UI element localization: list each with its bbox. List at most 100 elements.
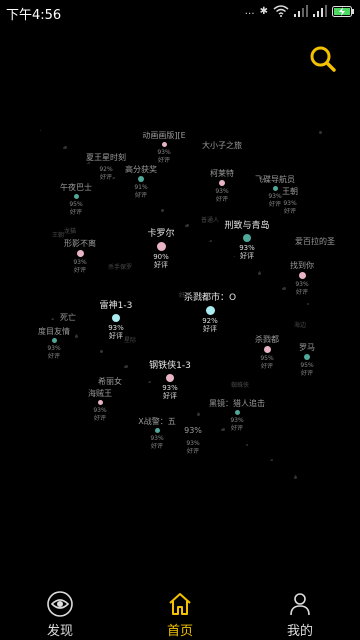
rating-percent-sub: 好评 (240, 252, 254, 260)
signal-icon (313, 5, 327, 17)
movie-title: 动画画版][E (142, 131, 186, 140)
movie-title: 雷神1-3 (99, 301, 133, 311)
star-dot (271, 459, 273, 461)
status-time: 下午4:56 (6, 8, 62, 23)
rating-percent-sub: 好评 (154, 261, 168, 269)
rating-percent-value: 91% (134, 184, 148, 191)
rating-percent-value: 93% (93, 407, 107, 414)
rating-dot[interactable] (138, 176, 144, 182)
movie-title: 杀戮都市：O (183, 293, 237, 303)
rating-percent-value: 95% (300, 362, 314, 369)
rating-percent-value: 95% (69, 201, 83, 208)
movie-title: 高分获奖 (125, 165, 157, 174)
rating-dot[interactable] (272, 186, 278, 191)
rating-percent: 93% 好评 (239, 244, 255, 260)
star-dot (100, 350, 103, 353)
search-icon (310, 46, 336, 72)
rating-dot[interactable] (51, 338, 57, 343)
star-dot (113, 177, 115, 179)
movie-galaxy[interactable]: 动画画版][E 93% 好评 大小子之旅 夏王星时刻 92% 好评 高分获奖 91% 好评 柯莱特 9… (0, 90, 360, 580)
rating-dot[interactable] (76, 250, 84, 257)
movie-title: 夏王星时刻 (86, 153, 126, 162)
rating-dot[interactable] (243, 234, 251, 242)
faint-label: 好评 (178, 292, 192, 299)
movie-title: 93% (184, 426, 202, 435)
rating-percent-sub: 好评 (47, 353, 60, 360)
star-dot (209, 241, 210, 242)
faint-label: 王朝 (51, 232, 65, 239)
rating-percent-sub: 好评 (99, 174, 112, 181)
rating-percent-sub: 好评 (109, 332, 123, 340)
status-icons: … ✱ (245, 5, 354, 17)
rating-dot[interactable] (73, 194, 79, 199)
movie-title: 王朝 (282, 187, 298, 196)
nav-home[interactable]: 首页 (120, 582, 240, 640)
movie-title: 卡罗尔 (147, 229, 175, 239)
home-icon (169, 593, 191, 615)
faint-label: 龙猫 (63, 228, 77, 235)
star-dot (294, 476, 297, 479)
movie-title: 爱百拉的圣 (295, 237, 335, 246)
battery-charging-icon (332, 5, 354, 17)
star-dot (63, 147, 65, 149)
search-button[interactable] (308, 44, 338, 74)
faint-label: 星际 (123, 337, 137, 344)
rating-percent-value: 93% (157, 149, 171, 156)
star-dot (136, 194, 139, 197)
star-dot (52, 318, 54, 320)
movie-title: 找到你 (290, 261, 314, 270)
movie-title: 杀戮都 (255, 335, 279, 344)
rating-percent-sub: 好评 (268, 201, 281, 208)
rating-percent-value: 93% (162, 384, 178, 392)
star-dot (40, 130, 41, 131)
rating-percent-value: 95% (260, 355, 274, 362)
faint-label: 普通人 (200, 217, 220, 224)
nav-mine-label: 我的 (286, 624, 313, 639)
nav-mine[interactable]: 我的 (240, 582, 360, 640)
star-dot (282, 288, 284, 290)
person-icon (290, 593, 310, 616)
rating-percent-value: 92% (202, 317, 218, 325)
rating-dot[interactable] (263, 346, 271, 353)
rating-percent: 91% 好评 (134, 184, 147, 200)
rating-dot[interactable] (161, 142, 167, 147)
rating-dot[interactable] (298, 272, 306, 279)
rating-dot[interactable] (205, 306, 215, 315)
rating-percent: 93% 好评 (162, 384, 178, 400)
rating-percent-sub: 好评 (283, 208, 296, 215)
star-dot (51, 319, 52, 320)
rating-percent-sub: 好评 (203, 325, 217, 333)
rating-percent-sub: 好评 (186, 448, 199, 455)
rating-percent-value: 93% (47, 345, 61, 352)
rating-dot[interactable] (304, 354, 310, 360)
rating-percent: 95% 好评 (260, 355, 273, 371)
rating-percent: 93% 好评 (295, 281, 308, 297)
rating-percent-sub: 好评 (73, 267, 86, 274)
eye-icon (47, 591, 73, 617)
rating-dot[interactable] (156, 242, 166, 251)
rating-percent-value: 93% (150, 435, 164, 442)
star-dot (197, 413, 200, 416)
faint-label: 杀手保罗 (107, 264, 133, 271)
rating-dot[interactable] (166, 374, 174, 382)
faint-label: 蜘蛛侠 (230, 382, 250, 389)
rating-percent-sub: 好评 (260, 363, 273, 370)
rating-percent-sub: 好评 (300, 370, 313, 377)
rating-dot[interactable] (112, 314, 120, 322)
movie-title: 黑镜：猎人追击 (209, 399, 265, 408)
movie-title: 希丽女 (98, 377, 122, 386)
movie-title: 海贼王 (88, 389, 112, 398)
nav-discover[interactable]: 发现 (0, 582, 120, 640)
rating-percent-value: 93% (186, 440, 200, 447)
movie-title: 柯莱特 (210, 169, 234, 178)
rating-dot[interactable] (234, 410, 240, 415)
movie-title: 钢铁侠1-3 (149, 361, 191, 371)
rating-dot[interactable] (97, 400, 103, 405)
star-dot (246, 444, 248, 446)
rating-dot[interactable] (154, 428, 160, 433)
rating-percent: 95% 好评 (69, 201, 82, 217)
star-dot (234, 256, 235, 257)
rating-percent-value: 90% (153, 253, 169, 261)
wifi-icon (273, 5, 289, 17)
rating-dot[interactable] (219, 180, 225, 186)
